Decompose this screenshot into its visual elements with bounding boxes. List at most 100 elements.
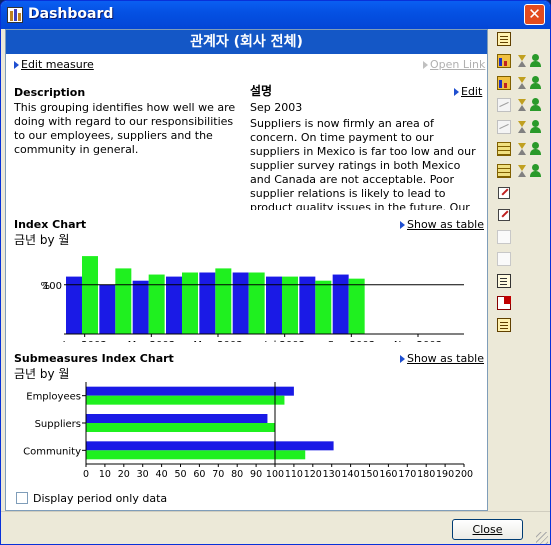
y-tick-label: 100 bbox=[43, 281, 62, 292]
index-bar bbox=[232, 272, 249, 334]
bar-chart-icon[interactable] bbox=[497, 54, 511, 68]
submeasures-chart: Employees Suppliers Community 0 10 20 30 40 50 60… bbox=[23, 382, 473, 480]
submeasure-bar bbox=[86, 386, 294, 396]
dashboard-app-icon bbox=[7, 7, 23, 23]
index-bar bbox=[132, 280, 149, 334]
index-bar bbox=[332, 274, 349, 334]
arrow-right-icon bbox=[14, 61, 19, 69]
index-bar bbox=[115, 268, 132, 334]
description-heading: Description bbox=[14, 86, 86, 99]
hourglass-icon bbox=[515, 98, 529, 112]
edit-measure-icon[interactable] bbox=[497, 186, 511, 200]
x-tick-label: 0 bbox=[83, 469, 89, 480]
toolbar bbox=[489, 29, 547, 511]
report-icon[interactable] bbox=[497, 32, 511, 46]
resize-grip-icon[interactable] bbox=[536, 532, 548, 544]
status-person-icon bbox=[529, 120, 543, 134]
dashboard-window: Dashboard ✕ 관계자 (회사 전체) Edit measure Ope… bbox=[0, 0, 551, 545]
bottom-bar: Close bbox=[1, 511, 550, 544]
x-tick-label: 60 bbox=[193, 469, 205, 480]
x-tick-label: 70 bbox=[212, 469, 224, 480]
submeasures-chart-title: Submeasures Index Chart bbox=[14, 352, 174, 365]
submeasure-bar bbox=[86, 395, 285, 405]
index-bar bbox=[215, 268, 232, 334]
x-tick-label: 140 bbox=[342, 469, 360, 480]
line-chart-icon[interactable] bbox=[497, 120, 511, 134]
pdf-icon[interactable] bbox=[497, 296, 511, 310]
note-heading: 설명 bbox=[250, 84, 273, 98]
category-label: Employees bbox=[26, 392, 81, 403]
x-tick-label: 190 bbox=[436, 469, 454, 480]
description-block: Description This grouping identifies how… bbox=[14, 86, 244, 157]
index-bar bbox=[248, 272, 265, 334]
x-tick-label: 160 bbox=[379, 469, 397, 480]
index-bar bbox=[199, 272, 216, 334]
checkbox-label: Display period only data bbox=[33, 492, 168, 505]
document-icon[interactable] bbox=[497, 230, 511, 244]
x-tick-label: 130 bbox=[323, 469, 341, 480]
hourglass-icon bbox=[515, 76, 529, 90]
x-tick-label: Sep 2003 bbox=[328, 340, 375, 342]
status-person-icon bbox=[529, 142, 543, 156]
arrow-right-icon bbox=[400, 355, 405, 363]
submeasure-bar bbox=[86, 414, 268, 423]
x-tick-label: 150 bbox=[360, 469, 378, 480]
edit-target-icon[interactable] bbox=[497, 208, 511, 222]
note-block: 설명 Sep 2003 Suppliers is now firmly an a… bbox=[250, 82, 482, 210]
bar-chart-icon[interactable] bbox=[497, 76, 511, 90]
table-icon[interactable] bbox=[497, 142, 511, 156]
line-chart-icon[interactable] bbox=[497, 98, 511, 112]
x-tick-label: Nov 2003 bbox=[394, 340, 442, 342]
x-tick-label: 50 bbox=[174, 469, 186, 480]
arrow-right-icon bbox=[423, 61, 428, 69]
spreadsheet-icon[interactable] bbox=[497, 318, 511, 332]
x-tick-label: 10 bbox=[99, 469, 111, 480]
note-text: Suppliers is now firmly an area of conce… bbox=[250, 117, 476, 210]
title-bar[interactable]: Dashboard ✕ bbox=[1, 1, 550, 29]
index-bar bbox=[348, 278, 365, 334]
edit-measure-link[interactable]: Edit measure bbox=[14, 58, 94, 71]
submeasure-bar bbox=[86, 423, 275, 432]
category-label: Suppliers bbox=[35, 419, 81, 430]
description-text: This grouping identifies how well we are… bbox=[14, 101, 236, 156]
x-tick-label: 20 bbox=[118, 469, 130, 480]
notes-icon[interactable] bbox=[497, 274, 511, 288]
display-period-only-checkbox[interactable]: Display period only data bbox=[16, 492, 167, 505]
x-tick-label: May 2003 bbox=[193, 340, 242, 342]
arrow-right-icon bbox=[454, 88, 459, 96]
index-chart-title: Index Chart bbox=[14, 218, 87, 231]
x-tick-label: 120 bbox=[304, 469, 322, 480]
x-tick-label: 180 bbox=[417, 469, 435, 480]
status-person-icon bbox=[529, 98, 543, 112]
index-bar bbox=[148, 274, 165, 334]
table-icon[interactable] bbox=[497, 164, 511, 178]
status-person-icon bbox=[529, 164, 543, 178]
document-icon[interactable] bbox=[497, 252, 511, 266]
x-tick-label: 200 bbox=[455, 469, 473, 480]
note-date: Sep 2003 bbox=[250, 101, 303, 114]
submeasure-bar bbox=[86, 450, 306, 460]
x-tick-label: 90 bbox=[250, 469, 262, 480]
show-as-table-link-index[interactable]: Show as table bbox=[400, 218, 484, 231]
x-tick-label: 80 bbox=[231, 469, 243, 480]
category-label: Community bbox=[23, 446, 81, 457]
hourglass-icon bbox=[515, 164, 529, 178]
page-title: 관계자 (회사 전체) bbox=[6, 30, 487, 54]
x-tick-label: Jul 2003 bbox=[263, 340, 305, 342]
open-link[interactable]: Open Link bbox=[423, 58, 485, 71]
index-bar bbox=[315, 280, 332, 334]
x-tick-label: Jan 2003 bbox=[62, 340, 107, 342]
edit-note-link[interactable]: Edit bbox=[454, 85, 482, 98]
show-as-table-link-submeasures[interactable]: Show as table bbox=[400, 352, 484, 365]
arrow-right-icon bbox=[400, 221, 405, 229]
x-tick-label: Mar 2003 bbox=[128, 340, 176, 342]
close-button[interactable]: Close bbox=[452, 519, 523, 540]
window-close-icon[interactable]: ✕ bbox=[524, 4, 545, 25]
hourglass-icon bbox=[515, 54, 529, 68]
measure-pane: 관계자 (회사 전체) Edit measure Open Link Descr… bbox=[5, 29, 488, 511]
index-bar bbox=[182, 272, 198, 334]
checkbox-box[interactable] bbox=[16, 492, 28, 504]
index-bar bbox=[99, 284, 116, 334]
hourglass-icon bbox=[515, 120, 529, 134]
x-tick-label: 170 bbox=[398, 469, 416, 480]
